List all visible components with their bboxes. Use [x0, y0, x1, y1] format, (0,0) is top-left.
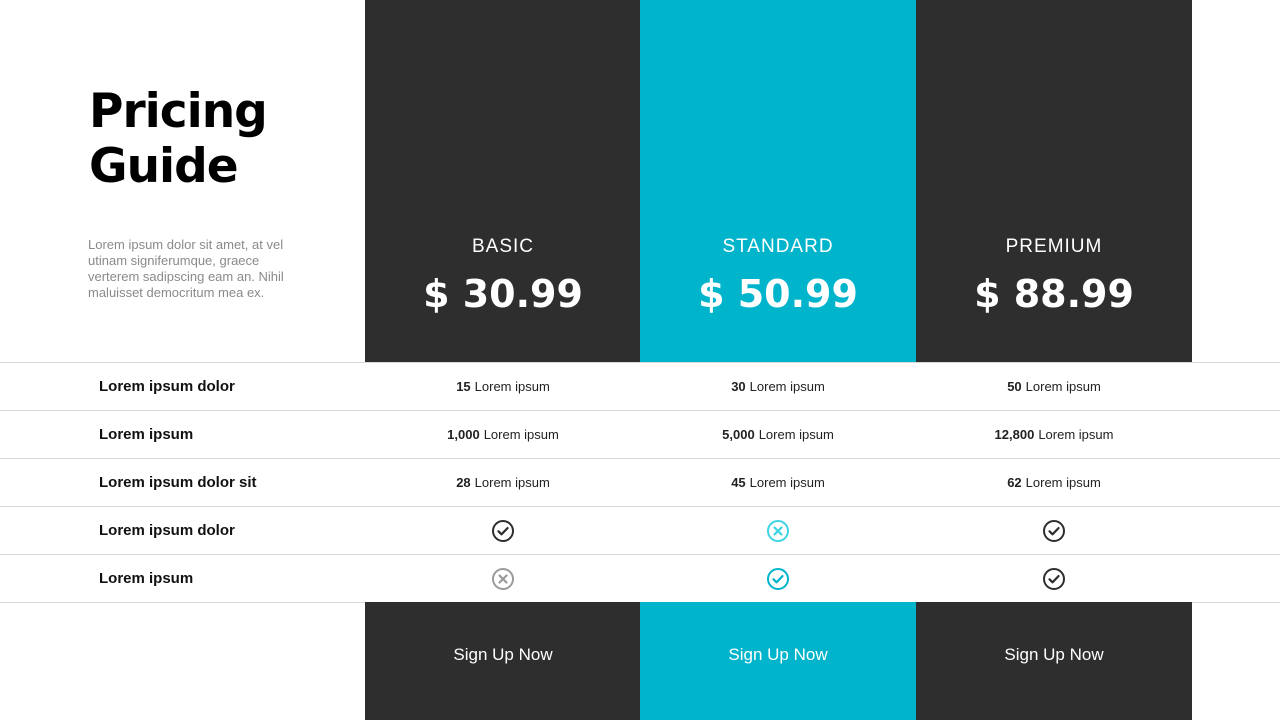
cross-icon: [492, 567, 514, 590]
feature-cell: 45 Lorem ipsum: [640, 459, 916, 506]
check-icon: [492, 519, 514, 542]
feature-table: Lorem ipsum dolor 15 Lorem ipsum 30 Lorem …: [0, 362, 1280, 603]
sign-up-button-basic[interactable]: Sign Up Now: [365, 602, 641, 708]
feature-cell: [916, 507, 1192, 554]
plan-price: $ 88.99: [974, 272, 1134, 316]
plan-name: BASIC: [471, 236, 535, 257]
feature-label: Lorem ipsum dolor: [99, 378, 235, 395]
feature-value: 45: [731, 475, 746, 490]
title-line-2: Guide: [89, 139, 239, 194]
sign-up-button-standard[interactable]: Sign Up Now: [640, 602, 916, 708]
table-row: Lorem ipsum dolor: [0, 506, 1280, 554]
feature-unit: Lorem ipsum: [1025, 379, 1101, 394]
feature-cell: 62 Lorem ipsum: [916, 459, 1192, 506]
table-row: Lorem ipsum 1,000 Lorem ipsum 5,000 Lorem …: [0, 410, 1280, 458]
feature-cell: [640, 507, 916, 554]
feature-cell: 30 Lorem ipsum: [640, 363, 916, 410]
feature-value: 28: [456, 475, 471, 490]
feature-label: Lorem ipsum: [99, 426, 194, 443]
feature-unit: Lorem ipsum: [474, 475, 550, 490]
feature-unit: Lorem ipsum: [749, 379, 825, 394]
description-text: Lorem ipsum dolor sit amet, at vel utina…: [88, 237, 284, 300]
feature-value: 5,000: [722, 427, 755, 442]
feature-unit: Lorem ipsum: [483, 427, 559, 442]
plan-footer-premium: Sign Up Now: [916, 602, 1192, 720]
plan-footer-basic: Sign Up Now: [365, 602, 641, 720]
table-row: Lorem ipsum dolor sit 28 Lorem ipsum 45 Lo…: [0, 458, 1280, 506]
plan-name: STANDARD: [722, 236, 834, 257]
feature-cell: [640, 555, 916, 602]
title-line-1: Pricing: [89, 84, 268, 139]
plan-header-premium: PREMIUM $ 88.99: [916, 0, 1192, 362]
feature-value: 50: [1007, 379, 1022, 394]
feature-cell: [916, 555, 1192, 602]
feature-unit: Lorem ipsum: [1025, 475, 1101, 490]
feature-cell: 1,000 Lorem ipsum: [365, 411, 641, 458]
feature-label: Lorem ipsum dolor sit: [99, 474, 257, 491]
sign-up-button-premium[interactable]: Sign Up Now: [916, 602, 1192, 708]
check-icon: [1043, 519, 1065, 542]
feature-label: Lorem ipsum dolor: [99, 522, 235, 539]
feature-value: 30: [731, 379, 746, 394]
feature-cell: 28 Lorem ipsum: [365, 459, 641, 506]
feature-label: Lorem ipsum: [99, 570, 194, 587]
check-icon: [767, 567, 789, 590]
plan-price: $ 50.99: [698, 272, 858, 316]
feature-unit: Lorem ipsum: [758, 427, 834, 442]
feature-value: 12,800: [994, 427, 1035, 442]
feature-cell: 15 Lorem ipsum: [365, 363, 641, 410]
feature-value: 15: [456, 379, 471, 394]
page-title: Pricing Guide: [89, 84, 349, 194]
table-row: Lorem ipsum dolor 15 Lorem ipsum 30 Lorem …: [0, 362, 1280, 410]
plan-header-basic: BASIC $ 30.99: [365, 0, 641, 362]
feature-value: 1,000: [447, 427, 480, 442]
plan-header-standard: STANDARD $ 50.99: [640, 0, 916, 362]
feature-cell: [365, 555, 641, 602]
plan-name: PREMIUM: [1005, 236, 1103, 257]
feature-unit: Lorem ipsum: [749, 475, 825, 490]
feature-cell: [365, 507, 641, 554]
table-row: Lorem ipsum: [0, 554, 1280, 603]
feature-cell: 5,000 Lorem ipsum: [640, 411, 916, 458]
feature-cell: 50 Lorem ipsum: [916, 363, 1192, 410]
feature-unit: Lorem ipsum: [474, 379, 550, 394]
feature-value: 62: [1007, 475, 1022, 490]
plan-footer-standard: Sign Up Now: [640, 602, 916, 720]
cross-icon: [767, 519, 789, 542]
feature-unit: Lorem ipsum: [1038, 427, 1114, 442]
check-icon: [1043, 567, 1065, 590]
plan-price: $ 30.99: [423, 272, 583, 316]
feature-cell: 12,800 Lorem ipsum: [916, 411, 1192, 458]
